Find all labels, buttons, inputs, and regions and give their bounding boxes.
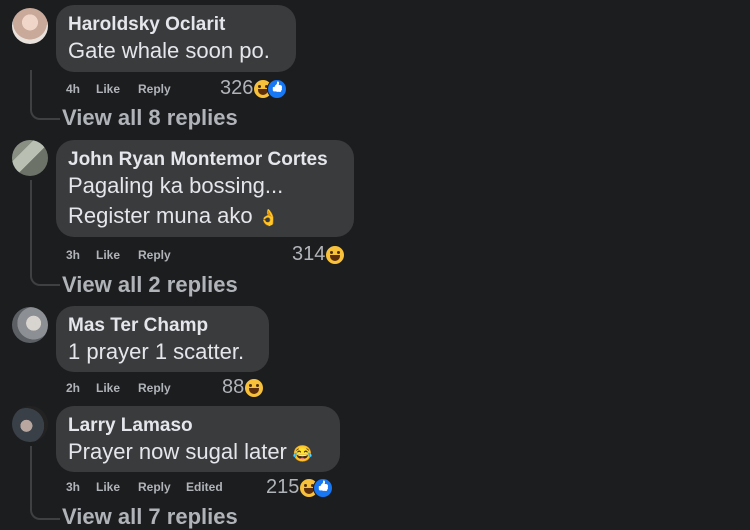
comment-text-line-2: Register muna ako 👌 (68, 203, 279, 228)
like-icon (313, 477, 334, 498)
haha-icon (244, 377, 265, 398)
like-icon (267, 78, 288, 99)
like-button[interactable]: Like (96, 248, 138, 262)
comment-time[interactable]: 4h (66, 82, 96, 96)
comment-text: 1 prayer 1 scatter. (68, 339, 245, 364)
comment-author[interactable]: Haroldsky Oclarit (68, 14, 282, 36)
view-replies-link[interactable]: View all 8 replies (62, 105, 238, 131)
comment-author[interactable]: Larry Lamaso (68, 415, 326, 437)
reaction-summary[interactable]: 326 (220, 77, 288, 100)
laughing-emoji-icon: 😂 (292, 446, 313, 463)
reaction-summary[interactable]: 215 (266, 476, 334, 499)
comment-actions: 2h Like Reply (66, 381, 171, 395)
ok-hand-emoji-icon: 👌 (258, 210, 279, 227)
avatar[interactable] (12, 140, 48, 176)
comment-time[interactable]: 3h (66, 248, 96, 262)
comment-actions: 4h Like Reply (66, 82, 171, 96)
edited-label[interactable]: Edited (186, 480, 223, 494)
reaction-summary[interactable]: 314 (292, 243, 346, 266)
comment-time[interactable]: 2h (66, 381, 96, 395)
comment-bubble: Mas Ter Champ 1 prayer 1 scatter. (56, 306, 269, 372)
view-replies-link[interactable]: View all 7 replies (62, 504, 238, 530)
thread-line (30, 180, 60, 286)
like-button[interactable]: Like (96, 381, 138, 395)
comment-bubble: Larry Lamaso Prayer now sugal later 😂 (56, 406, 340, 472)
comment-text: Prayer now sugal later 😂 (68, 439, 313, 464)
like-button[interactable]: Like (96, 480, 138, 494)
comment-text: Gate whale soon po. (68, 38, 270, 63)
comment-author[interactable]: John Ryan Montemor Cortes (68, 149, 340, 171)
comment-bubble: Haroldsky Oclarit Gate whale soon po. (56, 5, 296, 72)
comment-author[interactable]: Mas Ter Champ (68, 315, 255, 337)
comment-text-line-1: Pagaling ka bossing... (68, 173, 284, 198)
view-replies-link[interactable]: View all 2 replies (62, 272, 238, 298)
like-button[interactable]: Like (96, 82, 138, 96)
haha-icon (325, 244, 346, 265)
thread-line (30, 70, 60, 120)
reaction-count: 215 (266, 476, 300, 498)
comment-actions: 3h Like Reply (66, 248, 171, 262)
reaction-count: 88 (222, 376, 245, 398)
comment-time[interactable]: 3h (66, 480, 96, 494)
reply-button[interactable]: Reply (138, 248, 171, 262)
avatar[interactable] (12, 8, 48, 44)
avatar[interactable] (12, 406, 48, 442)
reply-button[interactable]: Reply (138, 480, 186, 494)
reply-button[interactable]: Reply (138, 381, 171, 395)
comment-actions: 3h Like Reply Edited (66, 480, 223, 494)
avatar[interactable] (12, 307, 48, 343)
reaction-summary[interactable]: 88 (222, 376, 265, 399)
reply-button[interactable]: Reply (138, 82, 171, 96)
thread-line (30, 446, 60, 520)
comment-bubble: John Ryan Montemor Cortes Pagaling ka bo… (56, 140, 354, 237)
reaction-count: 326 (220, 77, 254, 99)
reaction-count: 314 (292, 243, 326, 265)
